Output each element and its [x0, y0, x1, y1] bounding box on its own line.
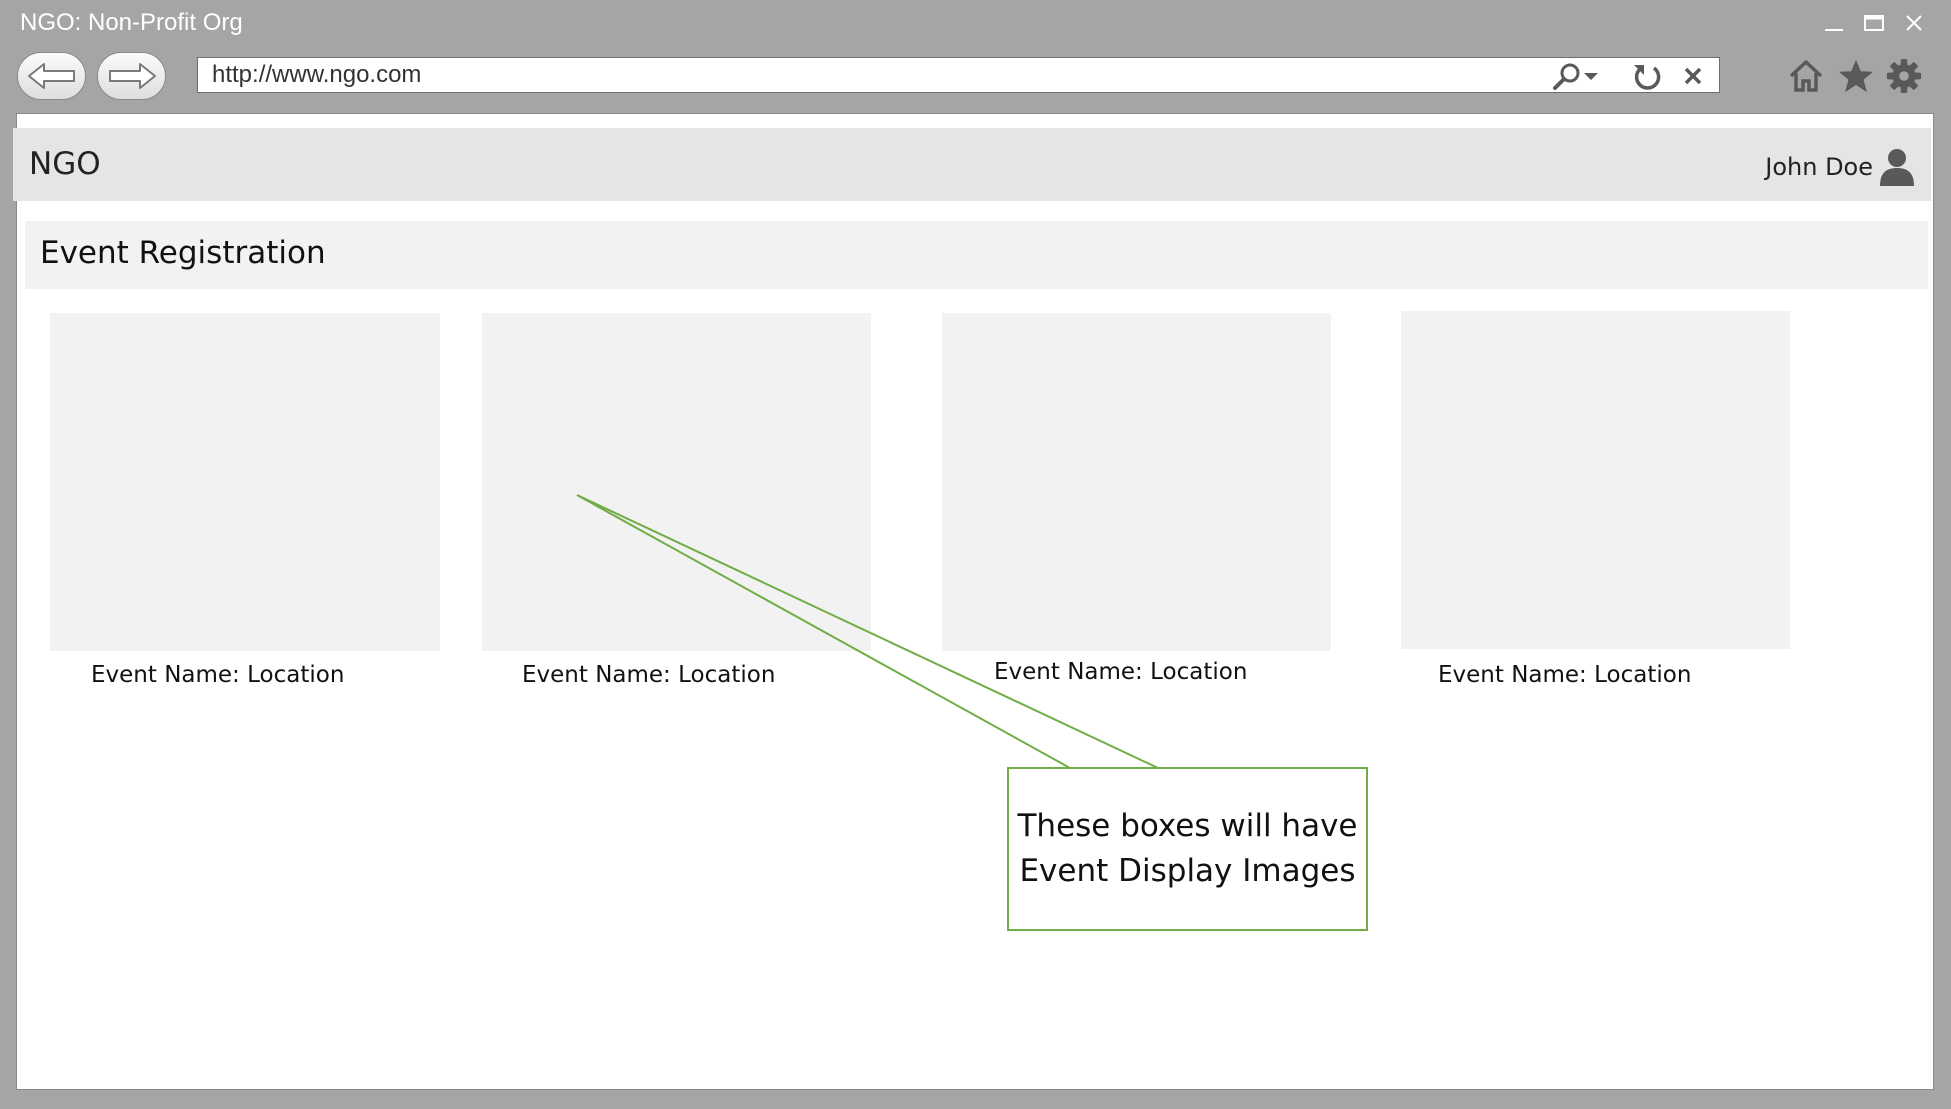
event-caption: Event Name: Location [1438, 662, 1692, 688]
search-icon[interactable] [1546, 62, 1602, 90]
user-avatar-icon [1880, 149, 1914, 186]
back-button[interactable] [17, 52, 86, 100]
user-name: John Doe [1765, 153, 1873, 181]
event-image-placeholder[interactable] [942, 313, 1331, 651]
event-caption: Event Name: Location [91, 662, 345, 688]
event-card[interactable]: Event Name: Location [942, 313, 1331, 693]
forward-arrow-icon [108, 63, 156, 89]
window-title: NGO: Non-Profit Org [20, 9, 243, 36]
close-icon[interactable] [1678, 62, 1708, 90]
annotation-callout: These boxes will have Event Display Imag… [1007, 767, 1368, 931]
url-input[interactable] [212, 61, 1532, 89]
event-image-placeholder[interactable] [482, 313, 871, 651]
address-bar[interactable] [197, 57, 1720, 93]
event-card[interactable]: Event Name: Location [1401, 311, 1790, 693]
window-controls [1821, 10, 1927, 36]
event-card[interactable]: Event Name: Location [482, 313, 871, 693]
annotation-text: These boxes will have Event Display Imag… [1017, 808, 1358, 889]
refresh-icon[interactable] [1630, 62, 1664, 90]
section-header: Event Registration [25, 221, 1928, 289]
back-arrow-icon [27, 63, 75, 89]
page-viewport: NGO John Doe Event Registration Event Na… [13, 113, 1934, 1090]
event-image-placeholder[interactable] [1401, 311, 1790, 649]
event-image-placeholder[interactable] [50, 313, 440, 651]
page-title: Event Registration [40, 235, 326, 271]
brand-logo[interactable]: NGO [29, 146, 101, 182]
maximize-icon[interactable] [1861, 10, 1887, 36]
event-caption: Event Name: Location [994, 659, 1248, 685]
event-caption: Event Name: Location [522, 662, 776, 688]
minimize-icon[interactable] [1821, 10, 1847, 36]
user-menu[interactable]: John Doe [1765, 148, 1915, 186]
forward-button[interactable] [97, 52, 166, 100]
close-window-icon[interactable] [1901, 10, 1927, 36]
gear-icon[interactable] [1886, 58, 1922, 94]
app-header: NGO John Doe [13, 128, 1931, 201]
event-card[interactable]: Event Name: Location [50, 313, 440, 693]
home-icon[interactable] [1788, 58, 1824, 94]
star-icon[interactable] [1838, 58, 1874, 94]
